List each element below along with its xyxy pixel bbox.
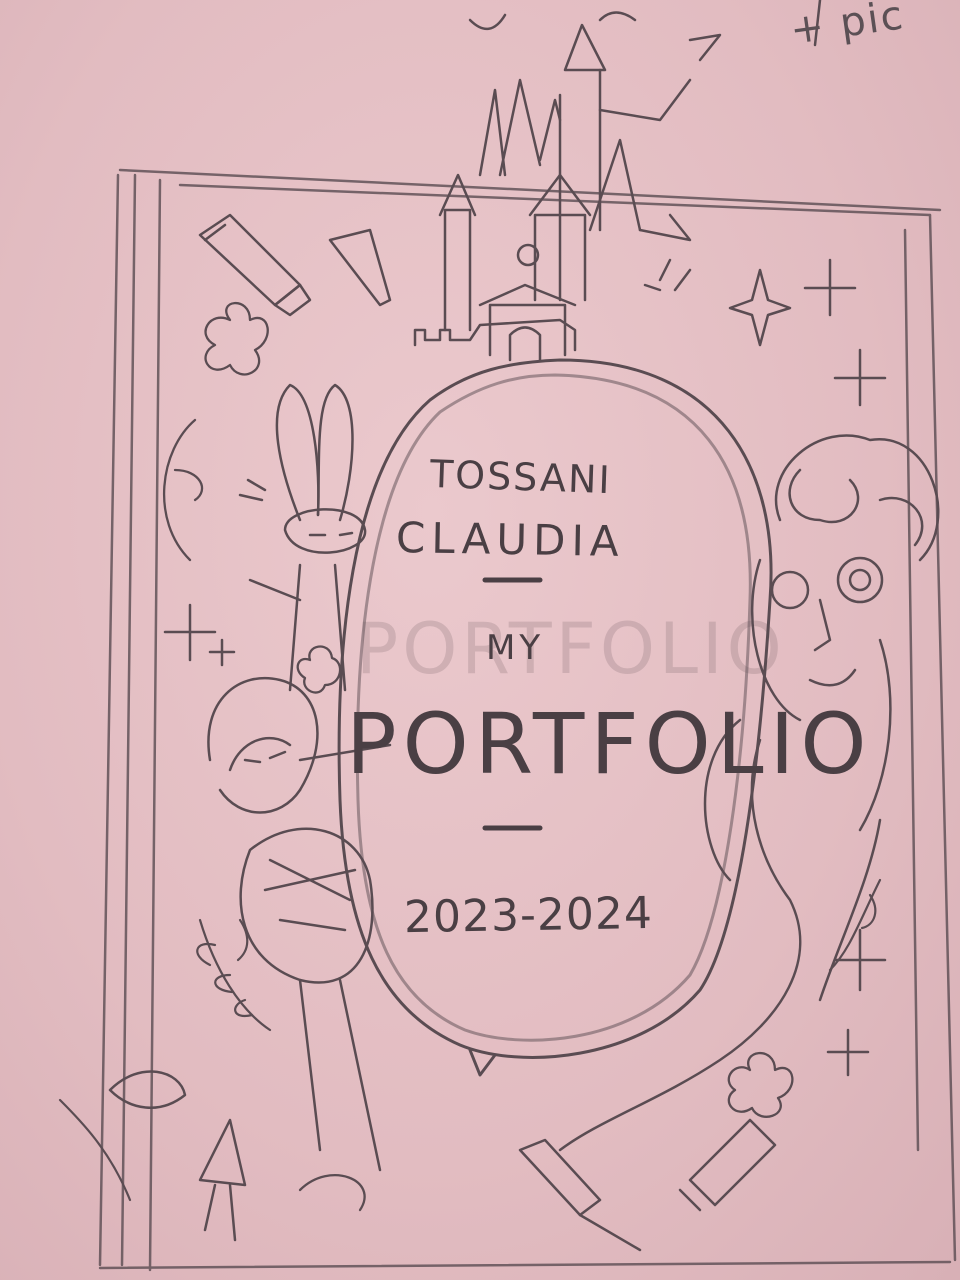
sketch-paper: PORTFOLIO + pic TOSSANI CLAUDIA MY PORTF…: [0, 0, 960, 1280]
title-dividers: [482, 577, 543, 831]
title-prefix: MY: [486, 628, 545, 668]
portfolio-title: PORTFOLIO: [346, 695, 873, 793]
year-range: 2023-2024: [403, 887, 654, 944]
